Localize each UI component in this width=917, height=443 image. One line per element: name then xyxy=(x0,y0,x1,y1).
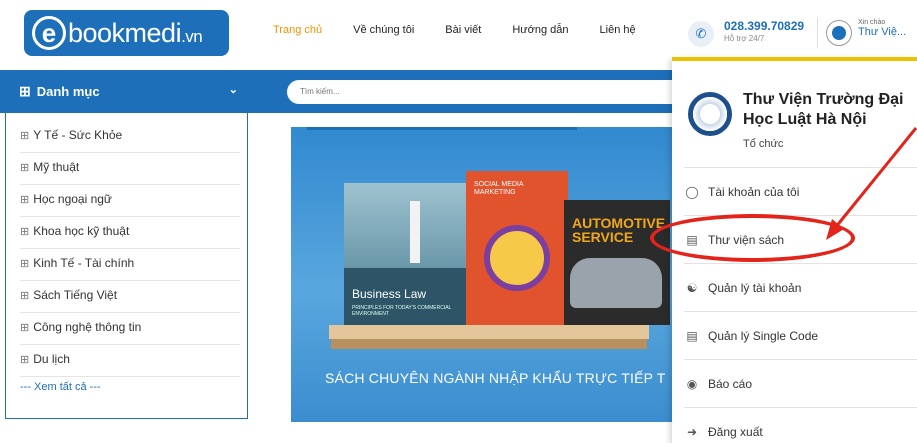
annotation-arrow-icon xyxy=(826,127,917,240)
